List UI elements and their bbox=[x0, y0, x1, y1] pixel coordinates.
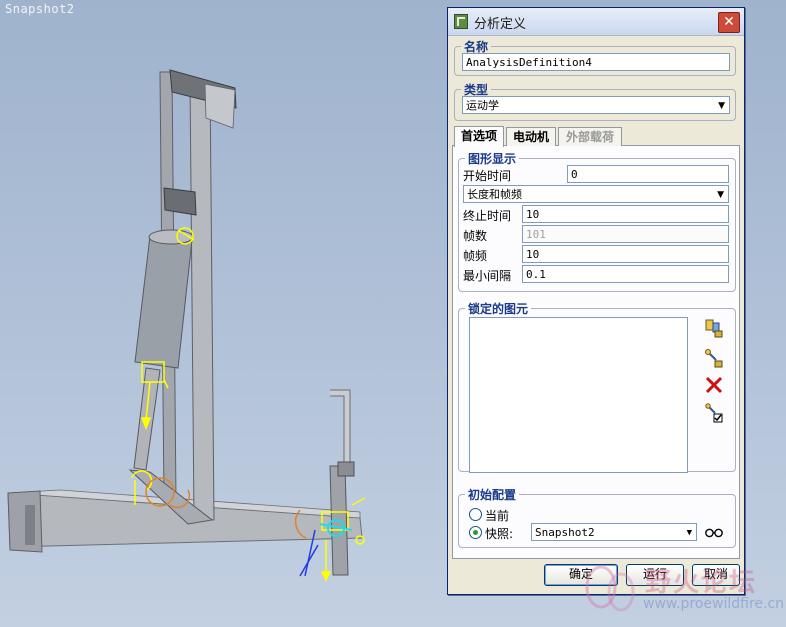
dialog-title: 分析定义 bbox=[474, 17, 527, 32]
min-interval-input[interactable]: 0.1 bbox=[522, 265, 729, 283]
start-time-input[interactable]: 0 bbox=[567, 165, 729, 183]
initial-config-legend: 初始配置 bbox=[468, 488, 517, 502]
close-button[interactable]: ✕ bbox=[718, 12, 740, 33]
lock-body-icon[interactable] bbox=[704, 318, 724, 338]
display-mode-value: 长度和帧频 bbox=[467, 188, 522, 201]
name-input[interactable]: AnalysisDefinition4 bbox=[462, 53, 730, 71]
type-select[interactable]: 运动学 ▼ bbox=[462, 96, 730, 114]
delete-icon[interactable] bbox=[704, 375, 724, 395]
enable-check-icon[interactable] bbox=[704, 403, 724, 423]
chevron-down-icon: ▼ bbox=[718, 101, 725, 111]
locked-entities-list[interactable] bbox=[469, 317, 688, 473]
analysis-definition-dialog: 分析定义 ✕ 名称 AnalysisDefinition4 类型 运动学 ▼ 首… bbox=[447, 7, 745, 595]
start-time-label: 开始时间 bbox=[463, 169, 512, 183]
cancel-button[interactable]: 取消 bbox=[692, 564, 740, 586]
lock-connection-icon[interactable] bbox=[704, 348, 724, 368]
tab-preferences[interactable]: 首选项 bbox=[454, 126, 504, 147]
cylinder-cap bbox=[148, 229, 194, 245]
snapshot-select-value: Snapshot2 bbox=[535, 526, 595, 539]
right-handle bbox=[330, 389, 351, 471]
frame-rate-input[interactable]: 10 bbox=[522, 245, 729, 263]
base-left-slot bbox=[25, 505, 35, 545]
frame-rate-label: 帧频 bbox=[463, 249, 488, 263]
end-time-input[interactable]: 10 bbox=[522, 205, 729, 223]
frames-input: 101 bbox=[522, 225, 729, 243]
preview-glasses-icon[interactable] bbox=[704, 522, 724, 542]
end-time-label: 终止时间 bbox=[463, 209, 512, 223]
chevron-down-icon: ▼ bbox=[686, 528, 692, 538]
snapshot-radio[interactable] bbox=[469, 526, 482, 539]
dialog-titlebar[interactable]: 分析定义 ✕ bbox=[448, 8, 744, 36]
analysis-icon bbox=[454, 14, 468, 29]
locked-entities-legend: 锁定的图元 bbox=[468, 302, 529, 316]
min-interval-label: 最小间隔 bbox=[463, 269, 512, 283]
right-bracket bbox=[337, 461, 355, 477]
run-button[interactable]: 运行 bbox=[626, 564, 684, 586]
ok-button[interactable]: 确定 bbox=[544, 564, 618, 586]
display-mode-select[interactable]: 长度和帧频 ▼ bbox=[463, 185, 729, 203]
snapshot-radio-label: 快照: bbox=[485, 527, 514, 541]
column-mid-bracket bbox=[163, 187, 197, 216]
column-right bbox=[189, 79, 215, 521]
graphics-display-legend: 图形显示 bbox=[468, 152, 517, 166]
frames-label: 帧数 bbox=[463, 229, 488, 243]
current-label: 当前 bbox=[485, 509, 510, 523]
type-select-value: 运动学 bbox=[466, 99, 499, 112]
cylinder-body bbox=[134, 235, 193, 369]
current-radio[interactable] bbox=[469, 508, 482, 521]
chevron-down-icon: ▼ bbox=[717, 190, 724, 200]
tab-external-loads[interactable]: 外部载荷 bbox=[558, 127, 622, 146]
tab-motors[interactable]: 电动机 bbox=[506, 127, 556, 146]
snapshot-select[interactable]: Snapshot2 ▼ bbox=[531, 523, 697, 541]
